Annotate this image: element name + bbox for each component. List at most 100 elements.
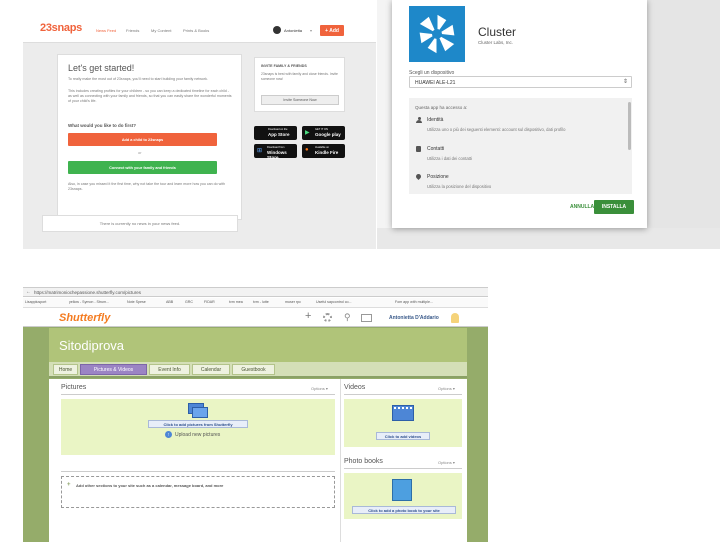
get-started-title: Let's get started! [68,63,135,73]
invite-button[interactable]: Invite Someone Now [261,95,339,105]
add-photo-book-button[interactable]: Click to add a photo book to your site [352,506,456,514]
shutterfly-nav: Shutterfly + ⚲ Antonietta D'Addario [23,309,488,327]
cancel-button[interactable]: ANNULLA [570,204,594,210]
person-icon[interactable]: ⚲ [344,312,351,323]
settings-icon[interactable] [323,313,332,322]
photos-icon [188,403,208,418]
site-banner: Sitodiprova [49,328,467,362]
tab-guestbook[interactable]: Guestbook [232,364,275,375]
site-content: Pictures Options ▾ Click to add pictures… [49,379,467,542]
cluster-install-screenshot: Cluster Cluster Labs, Inc. Scegli un dis… [377,0,720,249]
photo-books-box: Click to add a photo book to your site [344,473,462,519]
badge-small-text: GET IT ON [315,128,328,131]
bookmark-item[interactable]: tvm - lutte [253,300,269,304]
install-dialog: Cluster Cluster Labs, Inc. Scegli un dis… [392,0,647,228]
avatar[interactable] [273,26,281,34]
invite-card: INVITE FAMILY & FRIENDS 23snaps is best … [254,57,345,112]
photo-book-icon [392,479,412,501]
select-arrows-icon: ⇕ [623,79,629,85]
contacts-icon [416,146,421,152]
location-icon [414,172,423,181]
shutterfly-logo[interactable]: Shutterfly [59,312,110,324]
photo-books-heading: Photo books [344,458,383,465]
chevron-down-icon[interactable]: ▾ [310,28,312,33]
bookmark-item[interactable]: tvm mea [229,300,243,304]
badge-big-text: Google play [315,132,341,137]
snaps-app-screenshot: 23snaps News Feed Friends My Content Pri… [23,17,376,249]
bookmark-item[interactable]: Fom app with multiple... [395,300,433,304]
perm-location-name: Posizione [427,174,449,180]
shutterfly-screenshot: ← https://matrimoniochepassione.shutterf… [23,287,488,542]
badge-small-text: Available on [315,146,330,149]
divider [61,471,335,472]
bookmark-item[interactable]: Lisapplusport [25,300,46,304]
url-text[interactable]: https://matrimoniochepassione.shutterfly… [34,290,141,295]
divider [344,468,462,469]
add-icon[interactable]: + [305,310,311,322]
nav-news-feed[interactable]: News Feed [96,28,116,33]
bookmark-item[interactable]: muser rpc [285,300,301,304]
divider [344,394,462,395]
permissions-header: Questa app ha accesso a: [415,105,468,110]
add-pictures-button[interactable]: Click to add pictures from Shutterfly [148,420,248,428]
site-tabs: Home Pictures & Videos Event Info Calend… [49,362,467,378]
tour-text: Also, in case you missed it the first ti… [68,182,226,191]
play-icon: ▶ [305,130,310,136]
tab-home[interactable]: Home [53,364,78,375]
snaps-logo[interactable]: 23snaps [40,22,82,34]
videos-heading: Videos [344,384,366,391]
device-select[interactable]: HUAWEI ALE-L21 ⇕ [409,76,632,88]
user-name[interactable]: Antonietta D'Addario [389,315,439,321]
add-sections-box[interactable]: + Add other sections to your site such a… [61,476,335,508]
user-name[interactable]: Antonietta [284,28,302,33]
bookmark-item[interactable]: Note Spese [127,300,146,304]
perm-identity-name: Identità [427,117,444,123]
tab-pictures-videos[interactable]: Pictures & Videos [80,364,147,375]
question-text: What would you like to do first? [68,123,136,128]
windows-store-badge[interactable]: ⊞ Download from Windows Store [254,144,297,160]
back-arrow-icon[interactable]: ← [26,289,31,295]
nav-friends[interactable]: Friends [126,28,139,33]
identity-icon [416,117,422,123]
tab-calendar[interactable]: Calendar [192,364,230,375]
mail-icon[interactable] [361,314,372,322]
connect-family-button[interactable]: Connect with your family and friends [68,161,217,174]
add-videos-button[interactable]: Click to add videos [376,432,430,440]
add-child-button[interactable]: Add a child to 23snaps [68,133,217,146]
empty-feed-notice: There is currently no news in your news … [42,215,238,232]
upload-icon[interactable]: ↑ [165,431,172,438]
nav-prints-books[interactable]: Prints & Books [183,28,209,33]
tab-event-info[interactable]: Event Info [149,364,190,375]
background-strip [377,228,720,249]
app-store-badge[interactable]: Download on the App Store [254,126,297,140]
body-text: This includes creating profiles for your… [68,89,232,103]
badge-small-text: Download on the [268,128,288,131]
invite-title: INVITE FAMILY & FRIENDS [261,64,307,68]
permissions-panel[interactable]: Questa app ha accesso a: Identità Utiliz… [409,98,632,194]
bookmark-item[interactable]: Useful sapcontrol co... [316,300,352,304]
cluster-app-icon [409,6,465,62]
address-bar: ← https://matrimoniochepassione.shutterf… [23,288,488,297]
kindle-icon: ● [305,147,309,153]
pictures-options[interactable]: Options ▾ [311,386,328,391]
background-page [647,0,720,249]
upload-link[interactable]: Upload new pictures [175,432,220,438]
bookmark-item[interactable]: GRC [185,300,193,304]
intro-text: To really make the most out of 23snaps, … [68,77,208,81]
pictures-heading: Pictures [61,384,87,391]
google-play-badge[interactable]: ▶ GET IT ON Google play [302,126,345,140]
photo-books-options[interactable]: Options ▾ [438,460,455,465]
install-button[interactable]: INSTALLA [594,200,634,214]
bookmark-item[interactable]: ABB [166,300,173,304]
scrollbar[interactable] [628,102,631,150]
avatar[interactable] [451,313,459,323]
perm-contacts-desc: Utilizza i dati dei contatti [427,156,472,161]
publisher-name: Cluster Labs, Inc. [478,40,514,45]
bookmark-item[interactable]: yellow - Symon - Strum... [69,300,109,304]
nav-my-content[interactable]: My Content [151,28,171,33]
bookmark-item[interactable]: FIDAR [204,300,215,304]
add-button[interactable]: + Add [320,25,344,36]
kindle-fire-badge[interactable]: ● Available on Kindle Fire [302,144,345,158]
badge-small-text: Download from [267,146,285,149]
videos-options[interactable]: Options ▾ [438,386,455,391]
